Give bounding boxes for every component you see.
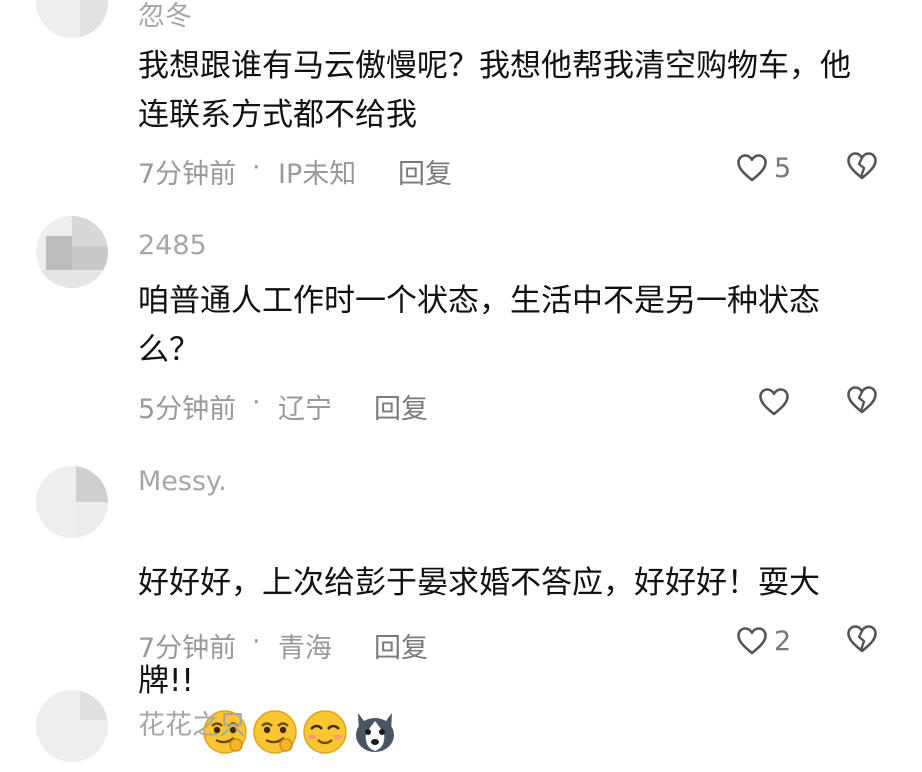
comment-text-line: 牌!! bbox=[138, 663, 194, 699]
dislike-button[interactable] bbox=[846, 624, 878, 654]
comment-time: 7分钟前 bbox=[138, 633, 237, 664]
comment-time: 7分钟前 bbox=[138, 159, 237, 190]
husky-dog-emoji-icon bbox=[350, 658, 400, 752]
comment-username[interactable]: 2485 bbox=[138, 230, 207, 261]
heart-outline-icon bbox=[736, 626, 768, 656]
avatar[interactable] bbox=[36, 0, 108, 38]
reply-button[interactable]: 回复 bbox=[374, 626, 428, 665]
like-button[interactable]: 2 bbox=[736, 624, 791, 658]
meta-separator: · bbox=[252, 152, 261, 183]
smirk-emoji-icon bbox=[200, 658, 250, 754]
meta-separator: · bbox=[252, 626, 261, 657]
avatar[interactable] bbox=[36, 690, 108, 762]
like-count: 2 bbox=[774, 625, 792, 657]
broken-heart-icon bbox=[846, 624, 878, 654]
comment-text: 好好好，上次给彭于晏求婚不答应，好好好！耍大 牌!! bbox=[138, 510, 898, 754]
reply-button[interactable]: 回复 bbox=[398, 152, 452, 191]
smirk-emoji-icon bbox=[250, 658, 300, 754]
broken-heart-icon bbox=[846, 151, 878, 181]
broken-heart-icon bbox=[846, 385, 878, 415]
comment-text-line: 好好好，上次给彭于晏求婚不答应，好好好！耍大 bbox=[138, 565, 820, 601]
comment-time: 5分钟前 bbox=[138, 394, 237, 425]
dislike-button[interactable] bbox=[846, 151, 878, 181]
dislike-button[interactable] bbox=[846, 385, 878, 415]
comment-username[interactable]: 花花之只 bbox=[138, 703, 246, 742]
avatar[interactable] bbox=[36, 216, 108, 288]
like-count: 5 bbox=[774, 152, 792, 184]
blush-smile-emoji-icon bbox=[300, 658, 350, 754]
meta-separator: · bbox=[252, 387, 261, 418]
comment-text: 我想跟谁有马云傲慢呢？我想他帮我清空购物车，他 连联系方式都不给我 bbox=[138, 48, 851, 133]
like-button[interactable]: 5 bbox=[736, 151, 791, 185]
comment-username[interactable]: 忽冬 bbox=[138, 0, 192, 33]
comment-location: 青海 bbox=[278, 633, 332, 664]
comment-location: 辽宁 bbox=[278, 394, 332, 425]
reply-button[interactable]: 回复 bbox=[374, 387, 428, 426]
comment-text: 咱普通人工作时一个状态，生活中不是另一种状态 么？ bbox=[138, 283, 820, 368]
heart-outline-icon bbox=[758, 387, 790, 417]
like-button[interactable] bbox=[758, 385, 796, 419]
emoji-group bbox=[200, 658, 400, 754]
avatar[interactable] bbox=[36, 466, 108, 538]
heart-outline-icon bbox=[736, 153, 768, 183]
comment-username[interactable]: Messy. bbox=[138, 466, 227, 497]
comment-location: IP未知 bbox=[278, 159, 357, 190]
